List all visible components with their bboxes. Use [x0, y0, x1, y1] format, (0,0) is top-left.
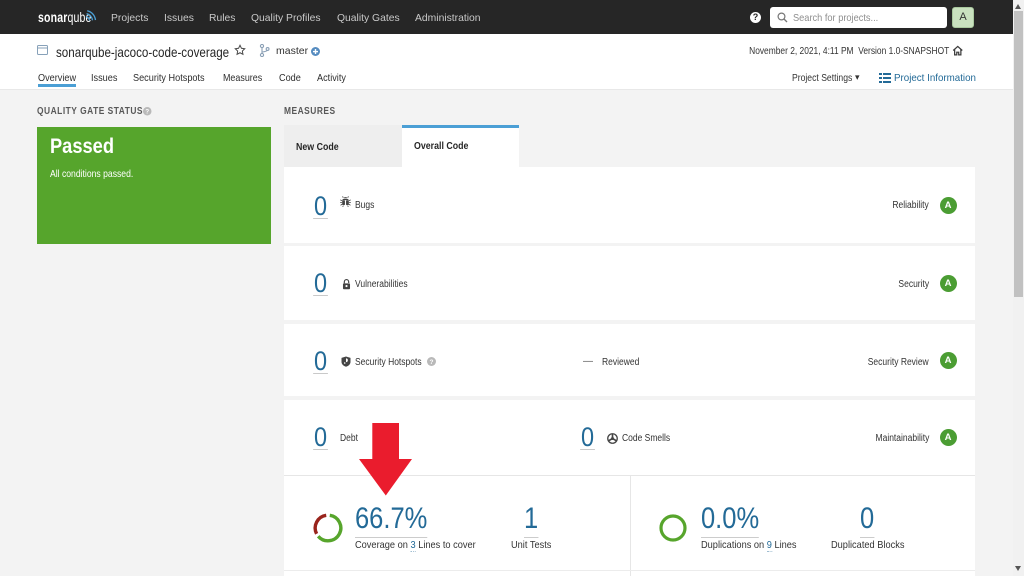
svg-text:?: ?: [430, 359, 434, 366]
svg-text:?: ?: [145, 108, 149, 115]
